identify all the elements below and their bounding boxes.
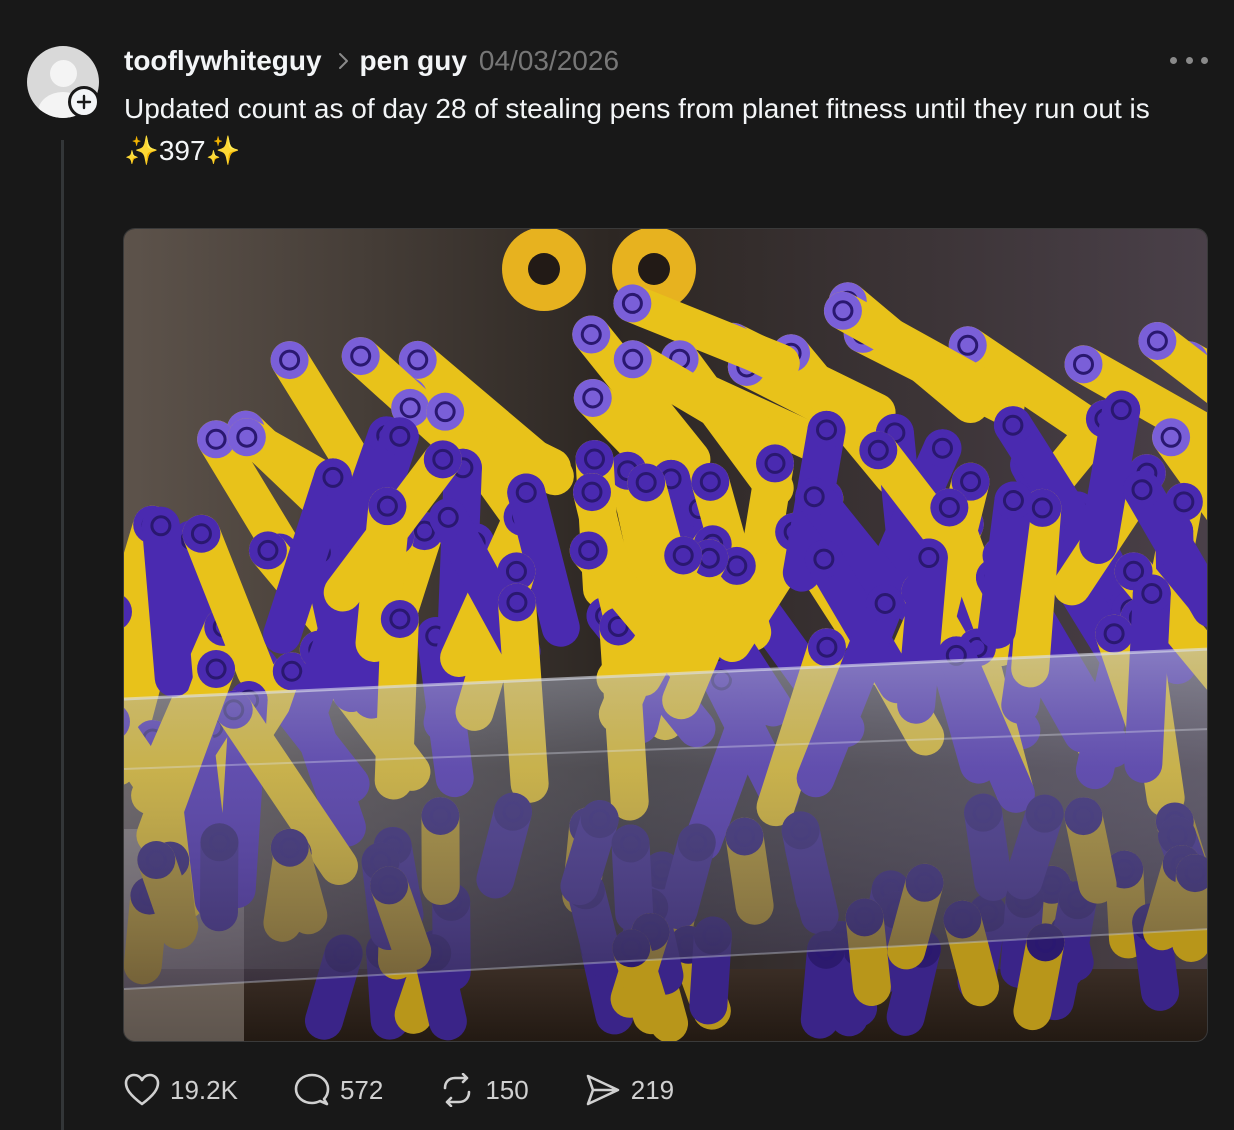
topic-link[interactable]: pen guy [360, 45, 467, 77]
share-send-icon [586, 1074, 620, 1106]
like-count: 19.2K [170, 1074, 238, 1105]
like-button[interactable]: 19.2K [124, 1073, 238, 1107]
post-text-line: Updated count as of day 28 of stealing p… [124, 93, 1150, 124]
chevron-right-icon [338, 52, 350, 70]
more-dots-icon [1201, 56, 1208, 64]
author-username[interactable]: tooflywhiteguy [124, 45, 322, 77]
avatar-head [50, 60, 77, 87]
heart-icon [124, 1073, 160, 1106]
thread-line [61, 140, 64, 1130]
repost-count: 150 [485, 1074, 529, 1105]
repost-icon [444, 1073, 471, 1107]
plus-icon [76, 94, 92, 110]
post-header: tooflywhiteguy pen guy 04/03/2026 [124, 44, 619, 78]
post-image[interactable] [123, 228, 1208, 1042]
more-dots-icon [1170, 56, 1177, 64]
pens-photo-illustration [124, 229, 1207, 1041]
post-date: 04/03/2026 [478, 45, 620, 76]
reply-count: 572 [339, 1074, 384, 1105]
more-options-button[interactable] [1170, 52, 1208, 68]
action-bar: 19.2K 572 150 219 [124, 1070, 730, 1110]
more-dots-icon [1185, 56, 1193, 64]
follow-button[interactable] [68, 86, 100, 118]
share-count: 219 [630, 1074, 675, 1105]
post-body: Updated count as of day 28 of stealing p… [124, 88, 1204, 172]
reply-button[interactable]: 572 [294, 1073, 383, 1107]
share-button[interactable]: 219 [585, 1073, 674, 1107]
repost-button[interactable]: 150 [439, 1073, 529, 1107]
post-count-line: ✨397✨ [124, 135, 241, 166]
comment-bubble-icon [294, 1073, 330, 1106]
